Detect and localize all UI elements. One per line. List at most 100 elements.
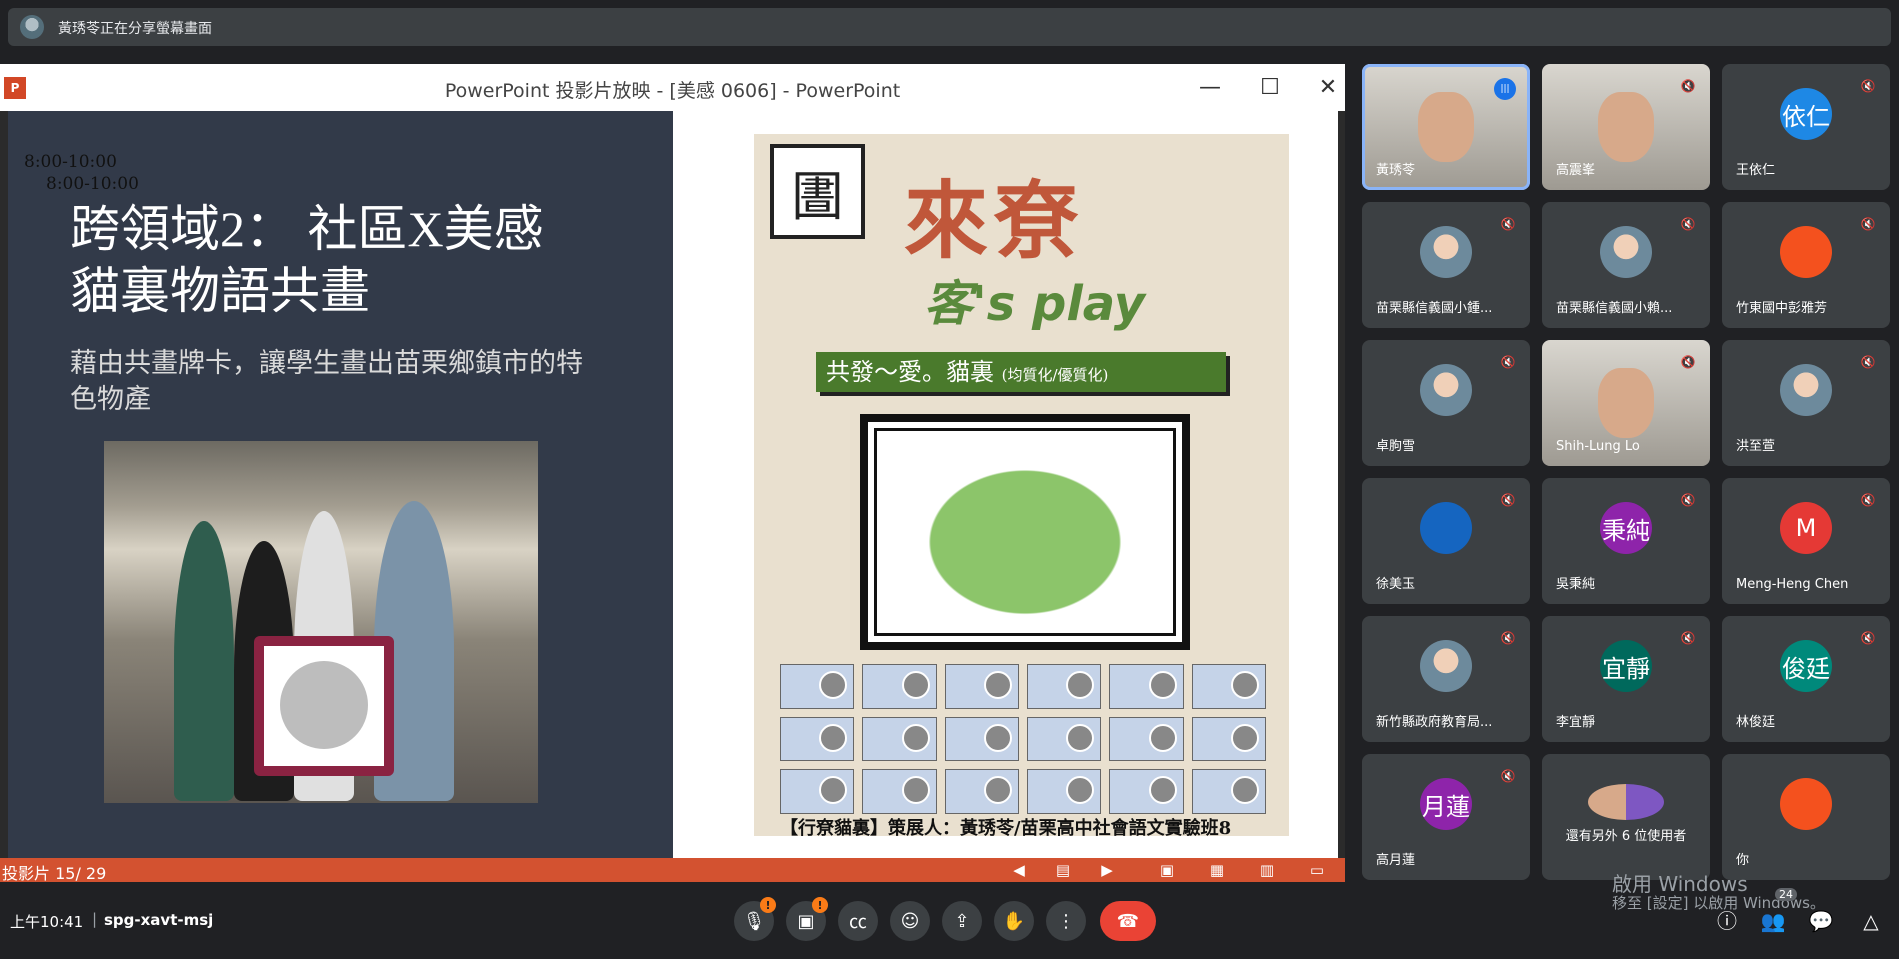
participant-avatar: 俊廷: [1780, 640, 1832, 692]
participant-avatar: 月蓮: [1420, 778, 1472, 830]
close-button[interactable]: ✕: [1308, 72, 1348, 104]
participant-tile[interactable]: M 🔇 Meng-Heng Chen: [1722, 478, 1890, 604]
notes-icon[interactable]: ▤: [1052, 860, 1074, 880]
mic-off-icon: 🔇: [1860, 493, 1876, 507]
next-icon[interactable]: ▶: [1096, 860, 1118, 880]
participant-tile[interactable]: 🔇 Shih-Lung Lo: [1542, 340, 1710, 466]
participant-tile[interactable]: 🔇 徐美玉: [1362, 478, 1530, 604]
participant-avatar: [1780, 226, 1832, 278]
participant-name: 林俊廷: [1736, 715, 1776, 730]
mic-off-icon: 🔇: [1680, 493, 1696, 507]
slide-sorter-icon[interactable]: ▦: [1206, 860, 1228, 880]
participant-avatar: 秉純: [1600, 502, 1652, 554]
participant-tile[interactable]: 秉純 🔇 吳秉純: [1542, 478, 1710, 604]
mic-alert-badge: !: [760, 897, 776, 913]
poster-image: 圕 來尞 客's play 共發～愛。貓裏 (均質化/優質化) 【行尞貓裏】策展…: [754, 134, 1289, 836]
participant-photo: [1420, 226, 1472, 278]
poster-map: [860, 414, 1190, 650]
slide-title: 跨領域2： 社區X美感 貓裏物語共畫: [70, 198, 630, 322]
window-title: PowerPoint 投影片放映 - [美感 0606] - PowerPoin…: [444, 80, 901, 102]
slide-title-line2: 貓裏物語共畫: [70, 263, 370, 319]
slide-number: 投影片 15/ 29: [2, 864, 107, 883]
participant-video: [1598, 368, 1654, 438]
previous-icon[interactable]: ◀: [1008, 860, 1030, 880]
participant-name: 洪至萱: [1736, 439, 1776, 454]
slide-body-text: 藉由共畫牌卡，讓學生畫出苗栗鄉鎮市的特色物產: [70, 348, 583, 414]
separator: |: [92, 910, 98, 928]
participant-tile[interactable]: 🔇 洪至萱: [1722, 340, 1890, 466]
participant-tile[interactable]: 還有另外 6 位使用者: [1542, 754, 1710, 880]
participant-tile[interactable]: 🔇 新竹縣政府教育局...: [1362, 616, 1530, 742]
powerpoint-window: P PowerPoint 投影片放映 - [美感 0606] - PowerPo…: [0, 64, 1345, 883]
participant-avatar: [1780, 778, 1832, 830]
microphone-button[interactable]: 🎙!: [734, 897, 776, 941]
slide-title-line1: 跨領域2： 社區X美感: [70, 201, 544, 257]
maximize-button[interactable]: ☐: [1250, 72, 1290, 104]
people-icon[interactable]: 👥: [1758, 906, 1788, 936]
mic-off-icon: 🔇: [1680, 355, 1696, 369]
participant-video: [1598, 92, 1654, 162]
normal-view-icon[interactable]: ▣: [1156, 860, 1178, 880]
window-titlebar: P PowerPoint 投影片放映 - [美感 0606] - PowerPo…: [0, 64, 1345, 111]
participant-avatar: 依仁: [1780, 88, 1832, 140]
participant-tile[interactable]: 你: [1722, 754, 1890, 880]
mic-off-icon: 🔇: [1680, 631, 1696, 645]
camera-button[interactable]: ▣!: [786, 897, 828, 941]
info-icon[interactable]: ⓘ: [1712, 906, 1742, 936]
participant-avatar: M: [1780, 502, 1832, 554]
participant-name: 苗栗縣信義國小鍾...: [1376, 301, 1493, 316]
participant-tile[interactable]: 月蓮 🔇 高月蓮: [1362, 754, 1530, 880]
meeting-code: spg-xavt-msj: [104, 911, 214, 929]
mic-off-icon: 🔇: [1500, 217, 1516, 231]
participant-name: 竹東國中彭雅芳: [1736, 301, 1828, 316]
participant-avatar: [1420, 502, 1472, 554]
participant-tile[interactable]: ||| 黃琇苓: [1362, 64, 1530, 190]
mic-off-icon: 🔇: [1860, 217, 1876, 231]
mic-off-icon: 🔇: [1500, 355, 1516, 369]
participant-photo: [1600, 226, 1652, 278]
poster-banner-small: (均質化/優質化): [1001, 366, 1109, 384]
mic-off-icon: 🔇: [1500, 769, 1516, 783]
participant-name: 高震峯: [1556, 163, 1596, 178]
slide-time-2: 8:00-10:00: [46, 174, 139, 194]
participant-tile[interactable]: 🔇 卓朐雪: [1362, 340, 1530, 466]
participant-photo: [1420, 640, 1472, 692]
mic-off-icon: 🔇: [1680, 217, 1696, 231]
emoji-button[interactable]: ☺: [890, 901, 930, 941]
participant-tile[interactable]: 依仁 🔇 王依仁: [1722, 64, 1890, 190]
participant-tile[interactable]: 宜靜 🔇 李宜靜: [1542, 616, 1710, 742]
more-options-button[interactable]: ⋮: [1046, 901, 1086, 941]
participant-name: 王依仁: [1736, 163, 1776, 178]
participant-tile[interactable]: 俊廷 🔇 林俊廷: [1722, 616, 1890, 742]
participant-tile[interactable]: 🔇 高震峯: [1542, 64, 1710, 190]
speaking-indicator-icon: |||: [1494, 78, 1516, 100]
reading-view-icon[interactable]: ▥: [1256, 860, 1278, 880]
class-photo: [104, 441, 538, 803]
participant-name: 徐美玉: [1376, 577, 1416, 592]
poster-footer: 【行尞貓裏】策展人：黃琇苓/苗栗高中社會語文實驗班8: [780, 818, 1232, 836]
captions-button[interactable]: ㏄: [838, 901, 878, 941]
clock: 上午10:41: [10, 913, 84, 931]
slideshow-icon[interactable]: ▭: [1306, 860, 1328, 880]
mic-off-icon: 🔇: [1860, 79, 1876, 93]
participant-name: 新竹縣政府教育局...: [1376, 715, 1493, 730]
participant-name: 卓朐雪: [1376, 439, 1416, 454]
mic-off-icon: 🔇: [1860, 355, 1876, 369]
participant-photo: [1780, 364, 1832, 416]
poster-main-title: 來尞: [904, 171, 1085, 270]
minimize-button[interactable]: —: [1190, 72, 1230, 104]
activities-icon[interactable]: △: [1856, 906, 1886, 936]
participant-tile[interactable]: 🔇 苗栗縣信義國小賴...: [1542, 202, 1710, 328]
slideshow-statusbar: 投影片 15/ 29 ◀ ▤ ▶ ▣ ▦ ▥ ▭: [0, 858, 1345, 883]
present-button[interactable]: ⇪: [942, 901, 982, 941]
participant-video: [1418, 92, 1474, 162]
raise-hand-button[interactable]: ✋: [994, 901, 1034, 941]
participant-tile[interactable]: 🔇 竹東國中彭雅芳: [1722, 202, 1890, 328]
chat-icon[interactable]: 💬: [1806, 906, 1836, 936]
poster-subtitle: 客's play: [924, 276, 1145, 332]
participant-name: 吳秉純: [1556, 577, 1596, 592]
end-call-button[interactable]: ☎: [1100, 901, 1156, 941]
participant-tile[interactable]: 🔇 苗栗縣信義國小鍾...: [1362, 202, 1530, 328]
participant-avatar: 宜靜: [1600, 640, 1652, 692]
participant-name: 你: [1736, 853, 1750, 868]
